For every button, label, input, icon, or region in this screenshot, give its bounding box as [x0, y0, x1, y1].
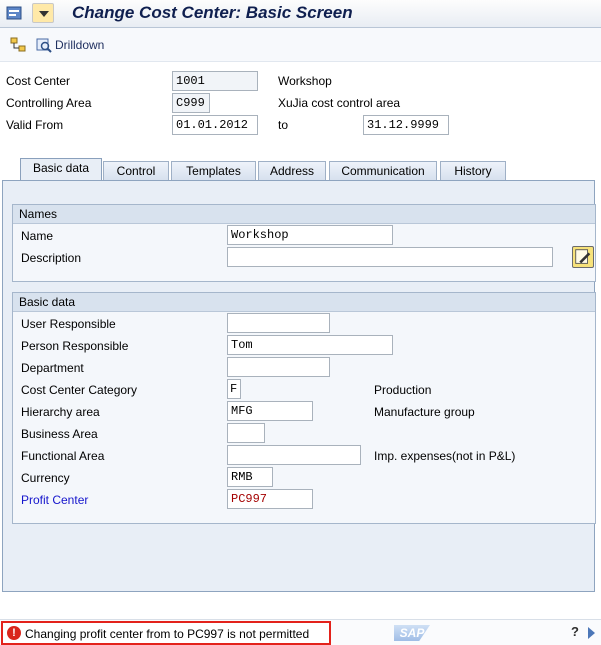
controlling-area-description: XuJia cost control area	[278, 96, 401, 110]
user-responsible-field[interactable]	[227, 313, 330, 333]
business-area-label: Business Area	[21, 427, 98, 441]
name-field[interactable]: Workshop	[227, 225, 393, 245]
hierarchy-area-label: Hierarchy area	[21, 405, 100, 419]
cost-center-category-field[interactable]: F	[227, 379, 241, 399]
tab-communication[interactable]: Communication	[329, 161, 437, 180]
cost-center-field[interactable]: 1001	[172, 71, 258, 91]
status-message[interactable]: ! Changing profit center from to PC997 i…	[1, 621, 331, 645]
tab-templates[interactable]: Templates	[171, 161, 256, 180]
functional-area-field[interactable]	[227, 445, 361, 465]
valid-to-label: to	[278, 118, 289, 132]
cost-center-category-description: Production	[374, 383, 432, 397]
basic-data-group-title: Basic data	[13, 293, 595, 312]
cost-center-category-label: Cost Center Category	[21, 383, 138, 397]
expand-arrow-icon[interactable]	[588, 627, 595, 639]
page-title: Change Cost Center: Basic Screen	[72, 3, 353, 22]
functional-area-description: Imp. expenses(not in P&L)	[374, 449, 516, 463]
valid-to-field[interactable]: 31.12.9999	[363, 115, 449, 135]
status-message-text: Changing profit center from to PC997 is …	[25, 627, 310, 641]
tab-strip: Basic data Control Templates Address Com…	[0, 158, 601, 180]
hierarchy-icon[interactable]	[10, 37, 26, 53]
profit-center-field[interactable]: PC997	[227, 489, 313, 509]
user-responsible-label: User Responsible	[21, 317, 116, 331]
functional-area-label: Functional Area	[21, 449, 105, 463]
status-bar: ! Changing profit center from to PC997 i…	[0, 619, 601, 645]
tab-basic-data[interactable]: Basic data	[20, 158, 102, 180]
tab-address[interactable]: Address	[258, 161, 326, 180]
person-responsible-field[interactable]: Tom	[227, 335, 393, 355]
person-responsible-label: Person Responsible	[21, 339, 129, 353]
error-icon: !	[7, 626, 21, 640]
names-group-title: Names	[13, 205, 595, 224]
valid-from-label: Valid From	[6, 118, 64, 132]
department-label: Department	[21, 361, 84, 375]
name-label: Name	[21, 229, 54, 243]
cost-center-description: Workshop	[278, 74, 332, 88]
hierarchy-area-description: Manufacture group	[374, 405, 475, 419]
controlling-area-label: Controlling Area	[6, 96, 92, 110]
hierarchy-area-field[interactable]: MFG	[227, 401, 313, 421]
controlling-area-field[interactable]: C999	[172, 93, 210, 113]
tab-control[interactable]: Control	[103, 161, 169, 180]
cost-center-label: Cost Center	[6, 74, 71, 88]
drilldown-button[interactable]: Drilldown	[55, 38, 104, 52]
application-toolbar: Drilldown	[0, 28, 601, 62]
help-icon[interactable]: ?	[571, 624, 579, 639]
system-menu-button[interactable]	[32, 3, 54, 23]
department-field[interactable]	[227, 357, 330, 377]
profit-center-label[interactable]: Profit Center	[21, 493, 88, 507]
description-field[interactable]	[227, 247, 553, 267]
drilldown-icon[interactable]	[36, 37, 52, 53]
sap-menu-icon[interactable]	[6, 5, 22, 21]
description-label: Description	[21, 251, 82, 265]
valid-from-field[interactable]: 01.01.2012	[172, 115, 258, 135]
business-area-field[interactable]	[227, 423, 265, 443]
tab-history[interactable]: History	[440, 161, 506, 180]
title-bar: Change Cost Center: Basic Screen	[0, 0, 601, 28]
edit-text-icon[interactable]	[572, 246, 594, 268]
currency-field[interactable]: RMB	[227, 467, 273, 487]
currency-label: Currency	[21, 471, 70, 485]
sap-logo: SAP	[394, 625, 430, 641]
